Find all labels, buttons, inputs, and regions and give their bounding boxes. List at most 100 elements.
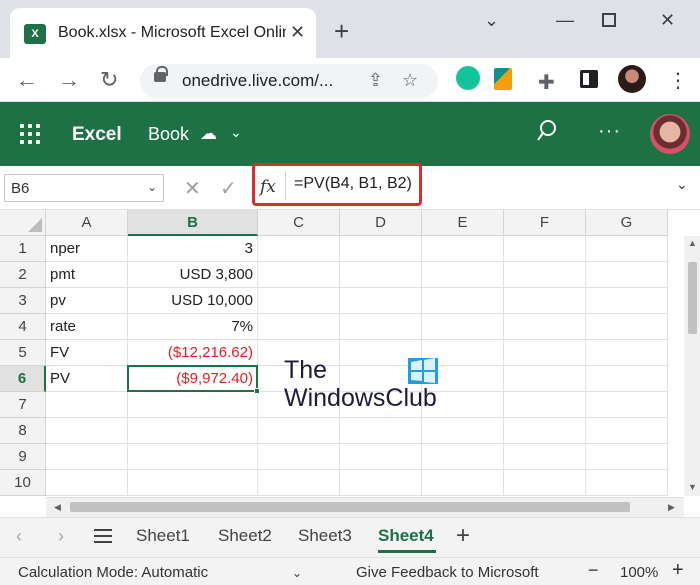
maximize-icon[interactable] xyxy=(602,13,616,27)
cell-g1[interactable] xyxy=(586,236,668,262)
menu-icon[interactable]: ⋮ xyxy=(668,68,688,93)
cell-g10[interactable] xyxy=(586,470,668,496)
tab-close-icon[interactable]: ✕ xyxy=(290,22,305,43)
row-header[interactable]: 1 xyxy=(0,236,46,262)
scroll-left-icon[interactable]: ◀ xyxy=(54,502,61,513)
cell-c8[interactable] xyxy=(258,418,340,444)
cell-a7[interactable] xyxy=(46,392,128,418)
browser-tab[interactable]: X Book.xlsx - Microsoft Excel Online ✕ xyxy=(10,8,316,58)
cell-e2[interactable] xyxy=(422,262,504,288)
row-header[interactable]: 5 xyxy=(0,340,46,366)
cell-d8[interactable] xyxy=(340,418,422,444)
share-icon[interactable]: ⇪ xyxy=(368,70,383,91)
cell-f9[interactable] xyxy=(504,444,586,470)
chevron-down-icon[interactable]: ⌄ xyxy=(484,10,499,31)
cell-b10[interactable] xyxy=(128,470,258,496)
user-avatar[interactable] xyxy=(650,114,690,154)
sheet-tab-sheet3[interactable]: Sheet3 xyxy=(298,526,352,546)
cell-a9[interactable] xyxy=(46,444,128,470)
cell-d4[interactable] xyxy=(340,314,422,340)
chevron-down-icon[interactable]: ⌄ xyxy=(147,180,157,194)
row-header[interactable]: 3 xyxy=(0,288,46,314)
bing-icon[interactable] xyxy=(494,68,512,90)
calculation-mode[interactable]: Calculation Mode: Automatic xyxy=(18,564,208,581)
column-header-d[interactable]: D xyxy=(340,210,422,236)
cell-a4[interactable]: rate xyxy=(46,314,128,340)
cell-a8[interactable] xyxy=(46,418,128,444)
confirm-icon[interactable]: ✓ xyxy=(220,176,237,201)
extensions-icon[interactable]: ✚ xyxy=(538,70,555,95)
name-box[interactable]: B6 ⌄ xyxy=(4,174,164,202)
forward-arrow-icon[interactable]: → xyxy=(58,67,80,93)
cell-d1[interactable] xyxy=(340,236,422,262)
grammarly-icon[interactable] xyxy=(456,66,480,90)
cell-b5[interactable]: ($12,216.62) xyxy=(128,340,258,366)
cell-c3[interactable] xyxy=(258,288,340,314)
cell-e9[interactable] xyxy=(422,444,504,470)
column-header-f[interactable]: F xyxy=(504,210,586,236)
scroll-right-icon[interactable]: ▶ xyxy=(668,502,675,513)
cell-g9[interactable] xyxy=(586,444,668,470)
cell-g3[interactable] xyxy=(586,288,668,314)
cell-g2[interactable] xyxy=(586,262,668,288)
sheet-tab-sheet1[interactable]: Sheet1 xyxy=(136,526,190,546)
cell-g7[interactable] xyxy=(586,392,668,418)
row-header[interactable]: 9 xyxy=(0,444,46,470)
feedback-link[interactable]: Give Feedback to Microsoft xyxy=(356,564,539,581)
close-icon[interactable]: ✕ xyxy=(660,10,675,31)
cell-d3[interactable] xyxy=(340,288,422,314)
star-icon[interactable]: ☆ xyxy=(402,70,418,91)
address-bar[interactable]: onedrive.live.com/... ⇪ ☆ xyxy=(140,64,438,98)
cell-a3[interactable]: pv xyxy=(46,288,128,314)
cell-b9[interactable] xyxy=(128,444,258,470)
row-header[interactable]: 4 xyxy=(0,314,46,340)
add-sheet-button[interactable]: + xyxy=(456,522,470,550)
cell-a2[interactable]: pmt xyxy=(46,262,128,288)
cell-f7[interactable] xyxy=(504,392,586,418)
sheet-tab-sheet2[interactable]: Sheet2 xyxy=(218,526,272,546)
horizontal-scroll-thumb[interactable] xyxy=(70,502,630,512)
cell-a10[interactable] xyxy=(46,470,128,496)
cell-a5[interactable]: FV xyxy=(46,340,128,366)
cell-b6[interactable]: ($9,972.40) xyxy=(128,366,258,392)
zoom-in-icon[interactable]: + xyxy=(672,559,684,582)
cell-e4[interactable] xyxy=(422,314,504,340)
row-header[interactable]: 6 xyxy=(0,366,46,392)
next-sheet-icon[interactable]: › xyxy=(58,526,64,547)
cell-b2[interactable]: USD 3,800 xyxy=(128,262,258,288)
cell-b8[interactable] xyxy=(128,418,258,444)
cell-f6[interactable] xyxy=(504,366,586,392)
workbook-name[interactable]: Book xyxy=(148,124,189,145)
cell-g8[interactable] xyxy=(586,418,668,444)
cell-f8[interactable] xyxy=(504,418,586,444)
reload-icon[interactable]: ↻ xyxy=(100,67,118,93)
scroll-up-icon[interactable]: ▲ xyxy=(688,238,697,248)
cell-e1[interactable] xyxy=(422,236,504,262)
sheet-tab-sheet4[interactable]: Sheet4 xyxy=(378,526,434,546)
back-arrow-icon[interactable]: ← xyxy=(16,67,38,93)
cell-a1[interactable]: nper xyxy=(46,236,128,262)
cell-c9[interactable] xyxy=(258,444,340,470)
cell-e3[interactable] xyxy=(422,288,504,314)
app-name[interactable]: Excel xyxy=(72,124,122,146)
cell-g4[interactable] xyxy=(586,314,668,340)
cell-f5[interactable] xyxy=(504,340,586,366)
more-options-icon[interactable]: ··· xyxy=(598,120,621,143)
lock-icon[interactable] xyxy=(154,66,168,82)
cell-f1[interactable] xyxy=(504,236,586,262)
chevron-down-icon[interactable]: ⌄ xyxy=(676,176,688,193)
cell-b1[interactable]: 3 xyxy=(128,236,258,262)
cell-e10[interactable] xyxy=(422,470,504,496)
cell-d9[interactable] xyxy=(340,444,422,470)
search-icon[interactable] xyxy=(536,118,558,146)
vertical-scroll-thumb[interactable] xyxy=(688,262,697,334)
app-launcher-icon[interactable] xyxy=(20,124,40,144)
cell-d2[interactable] xyxy=(340,262,422,288)
zoom-level[interactable]: 100% xyxy=(620,564,658,581)
row-header[interactable]: 10 xyxy=(0,470,46,496)
zoom-out-icon[interactable]: − xyxy=(588,560,599,581)
cell-c10[interactable] xyxy=(258,470,340,496)
row-header[interactable]: 2 xyxy=(0,262,46,288)
cell-c1[interactable] xyxy=(258,236,340,262)
all-sheets-menu-icon[interactable] xyxy=(94,529,112,543)
